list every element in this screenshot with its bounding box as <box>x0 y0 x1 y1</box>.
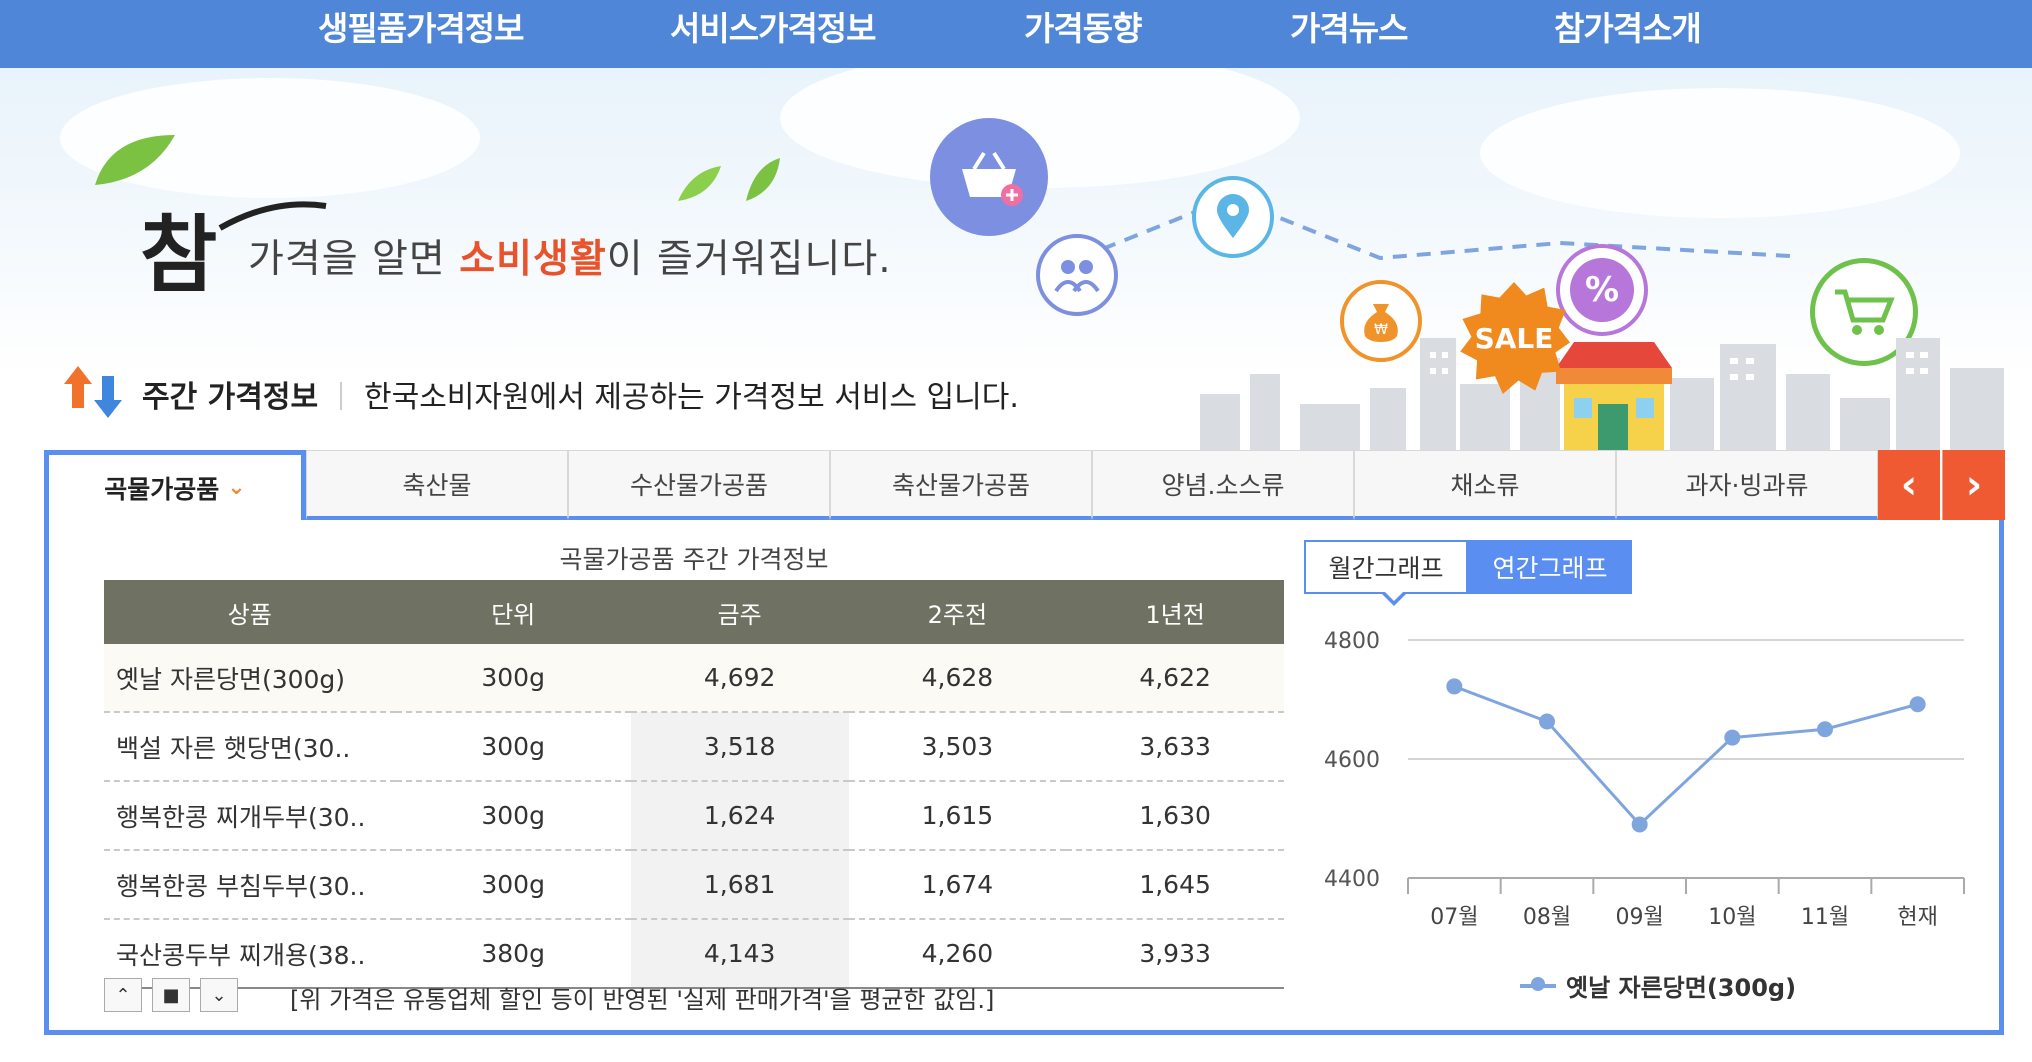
product-name[interactable]: 국산콩두부 찌개용(38.. <box>104 919 396 989</box>
top-nav: 생필품가격정보 서비스가격정보 가격동향 가격뉴스 참가격소개 <box>0 0 2032 68</box>
table-caption: 곡물가공품 주간 가격정보 <box>559 545 829 574</box>
one-year-ago-price: 1,630 <box>1066 781 1284 851</box>
unit-cell: 300g <box>395 644 631 713</box>
logo: 참 <box>140 205 218 304</box>
scroll-up-button[interactable]: ⌃ <box>104 978 142 1012</box>
tab-label: 곡물가공품 <box>104 474 220 504</box>
price-line-chart: 4800 4600 4400 07월 08월 09월 10월 11월 현재 <box>1324 629 1965 930</box>
data-point <box>1631 816 1648 833</box>
x-tick-label: 09월 <box>1616 905 1664 930</box>
x-tick-label: 11월 <box>1801 905 1849 930</box>
slogan: 가격을 알면 소비생활이 즐거워집니다. <box>248 228 892 284</box>
data-point <box>1909 696 1926 713</box>
tab-monthly-graph[interactable]: 월간그래프 <box>1304 540 1468 594</box>
column-header: 2주전 <box>848 580 1067 644</box>
product-name[interactable]: 백설 자른 햇당면(30.. <box>104 712 396 782</box>
tab-snacks[interactable]: 과자·빙과류 <box>1616 450 1878 520</box>
x-tick-label: 10월 <box>1708 905 1756 930</box>
chevron-down-icon: ⌄ <box>227 475 246 500</box>
weekly-title: 주간 가격정보 <box>142 380 319 415</box>
price-table: 상품 단위 금주 2주전 1년전 옛날 자른당면(300g) 300g 4,69… <box>104 580 1284 989</box>
people-icon <box>1036 234 1118 316</box>
one-year-ago-price: 3,633 <box>1066 712 1284 782</box>
table-row[interactable]: 옛날 자른당면(300g) 300g 4,692 4,628 4,622 <box>104 644 1284 713</box>
y-tick-label: 4400 <box>1324 867 1380 892</box>
tab-yearly-graph[interactable]: 연간그래프 <box>1468 540 1632 594</box>
weekly-description: 한국소비자원에서 제공하는 가격정보 서비스 입니다. <box>364 380 1019 415</box>
table-row[interactable]: 행복한콩 부침두부(30.. 300g 1,681 1,674 1,645 <box>104 850 1284 920</box>
nav-item-service-prices[interactable]: 서비스가격정보 <box>670 2 877 50</box>
legend-label: 옛날 자른당면(300g) <box>1566 974 1797 1002</box>
unit-cell: 300g <box>395 781 631 851</box>
scroll-down-button[interactable]: ⌄ <box>200 978 238 1012</box>
product-name[interactable]: 옛날 자른당면(300g) <box>104 644 396 713</box>
two-weeks-ago-price: 1,674 <box>848 850 1067 920</box>
nav-item-price-trends[interactable]: 가격동향 <box>1024 2 1142 50</box>
divider <box>340 382 342 410</box>
this-week-price: 4,692 <box>630 644 849 713</box>
table-header-row: 상품 단위 금주 2주전 1년전 <box>104 580 1284 644</box>
table-row[interactable]: 백설 자른 햇당면(30.. 300g 3,518 3,503 3,633 <box>104 712 1284 782</box>
price-note: [위 가격은 유통업체 할인 등이 반영된 '실제 판매가격'을 평균한 값임.… <box>290 986 995 1014</box>
data-point <box>1446 678 1463 695</box>
series-line <box>1453 685 1919 827</box>
one-year-ago-price: 3,933 <box>1066 919 1284 989</box>
tab-grain-products[interactable]: 곡물가공품 ⌄ <box>44 450 306 520</box>
two-weeks-ago-price: 4,628 <box>848 644 1067 713</box>
two-weeks-ago-price: 4,260 <box>848 919 1067 989</box>
unit-cell: 380g <box>395 919 631 989</box>
one-year-ago-price: 4,622 <box>1066 644 1284 713</box>
column-header: 금주 <box>630 580 849 644</box>
x-tick-label: 07월 <box>1430 905 1478 930</box>
table-row[interactable]: 행복한콩 찌개두부(30.. 300g 1,624 1,615 1,630 <box>104 781 1284 851</box>
tab-pointer <box>1380 590 1408 606</box>
one-year-ago-price: 1,645 <box>1066 850 1284 920</box>
up-down-arrows-icon <box>64 366 122 418</box>
column-header: 상품 <box>104 580 396 644</box>
tab-processed-livestock[interactable]: 축산물가공품 <box>830 450 1092 520</box>
tab-sauces[interactable]: 양념.소스류 <box>1092 450 1354 520</box>
column-header: 단위 <box>395 580 631 644</box>
tab-next-button[interactable]: › <box>1942 450 2005 520</box>
slogan-highlight: 소비생활 <box>459 237 607 282</box>
nav-item-daily-goods[interactable]: 생필품가격정보 <box>318 2 525 50</box>
product-name[interactable]: 행복한콩 찌개두부(30.. <box>104 781 396 851</box>
leaf-icon <box>95 135 175 185</box>
legend-marker <box>1520 976 1556 991</box>
table-row[interactable]: 국산콩두부 찌개용(38.. 380g 4,143 4,260 3,933 <box>104 919 1284 989</box>
stop-button[interactable]: ■ <box>152 978 190 1012</box>
column-header: 1년전 <box>1066 580 1284 644</box>
basket-plus-icon <box>930 118 1048 236</box>
data-point <box>1724 729 1741 746</box>
tab-processed-seafood[interactable]: 수산물가공품 <box>568 450 830 520</box>
slogan-text: 이 즐거워집니다. <box>606 237 892 282</box>
nav-item-about[interactable]: 참가격소개 <box>1554 2 1702 50</box>
this-week-price: 4,143 <box>630 919 849 989</box>
x-tick-label: 현재 <box>1897 905 1937 930</box>
this-week-price: 1,624 <box>630 781 849 851</box>
tab-prev-button[interactable]: ‹ <box>1878 450 1940 520</box>
two-weeks-ago-price: 1,615 <box>848 781 1067 851</box>
unit-cell: 300g <box>395 850 631 920</box>
tab-vegetables[interactable]: 채소류 <box>1354 450 1616 520</box>
nav-item-price-news[interactable]: 가격뉴스 <box>1290 2 1408 50</box>
product-name[interactable]: 행복한콩 부침두부(30.. <box>104 850 396 920</box>
unit-cell: 300g <box>395 712 631 782</box>
city-skyline <box>1200 338 2004 452</box>
category-tabs: 곡물가공품 ⌄ 축산물 수산물가공품 축산물가공품 양념.소스류 채소류 과자·… <box>44 450 2005 522</box>
x-tick-label: 08월 <box>1523 905 1571 930</box>
two-weeks-ago-price: 3,503 <box>848 712 1067 782</box>
location-pin-icon <box>1192 176 1274 258</box>
this-week-price: 3,518 <box>630 712 849 782</box>
data-point <box>1817 721 1833 738</box>
slogan-text: 가격을 알면 <box>248 237 460 282</box>
y-tick-label: 4800 <box>1324 629 1380 654</box>
tab-livestock[interactable]: 축산물 <box>306 450 568 520</box>
this-week-price: 1,681 <box>630 850 849 920</box>
data-point <box>1539 713 1555 730</box>
y-tick-label: 4600 <box>1324 748 1380 773</box>
chart-legend: 옛날 자른당면(300g) <box>1520 968 1796 1003</box>
leaf-icon <box>678 158 780 201</box>
